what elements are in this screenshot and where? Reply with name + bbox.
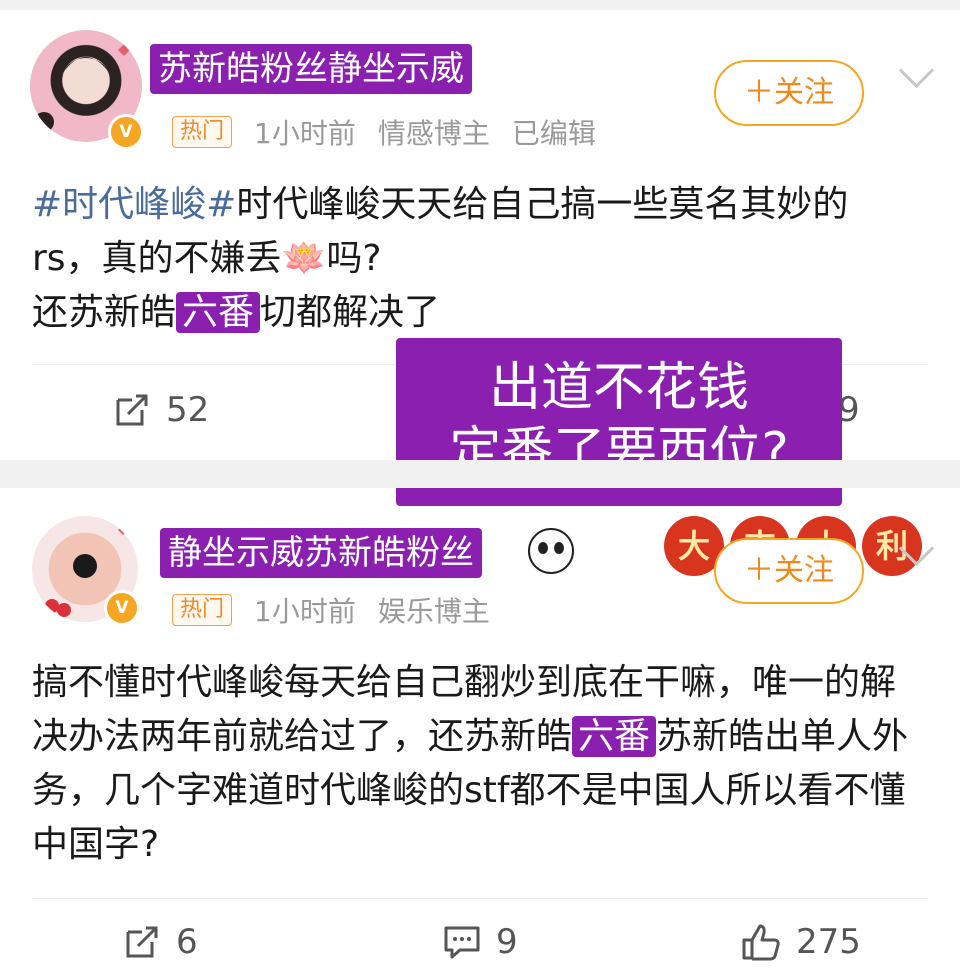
chevron-down-icon[interactable] <box>898 52 935 89</box>
top-separator <box>0 0 960 10</box>
edited-label: 已编辑 <box>511 117 596 150</box>
hashtag-link[interactable]: #时代峰峻# <box>32 184 236 225</box>
post-meta: 热门 1小时前 娱乐博主 <box>172 590 490 630</box>
follow-button[interactable]: ＋关注 <box>714 538 864 604</box>
comment-button[interactable]: 9 <box>442 922 518 962</box>
follow-button[interactable]: ＋关注 <box>714 60 864 126</box>
post-body: 搞不懂时代峰峻每天给自己翻炒到底在干嘛，唯一的解决办法两年前就给过了，还苏新皓六… <box>32 662 909 865</box>
comment-icon <box>444 926 480 959</box>
hot-badge: 热门 <box>172 116 233 148</box>
verified-badge-icon: V <box>108 114 144 150</box>
share-icon <box>126 926 158 958</box>
post-meta: 热门 1小时前 情感博主 已编辑 <box>172 112 596 152</box>
highlight-box: 六番 <box>572 716 657 757</box>
post-body: #时代峰峻#时代峰峻天天给自己搞一些莫名其妙的 rs，真的不嫌丢🪷吗? 还苏新皓… <box>32 184 849 333</box>
hot-badge: 热门 <box>172 594 233 626</box>
share-icon <box>116 394 148 426</box>
repost-count: 6 <box>176 922 198 962</box>
repost-button[interactable]: 52 <box>112 390 209 430</box>
panda-emoji-icon <box>528 528 574 574</box>
username[interactable]: 静坐示威苏新皓粉丝 <box>160 528 482 578</box>
repost-count: 52 <box>166 390 210 430</box>
post-time: 1小时前 <box>254 595 356 628</box>
like-count: 275 <box>796 922 861 962</box>
like-button[interactable]: 275 <box>740 922 861 962</box>
author-role: 情感博主 <box>377 117 490 150</box>
post-separator <box>0 460 960 488</box>
post-time: 1小时前 <box>254 117 356 150</box>
verified-badge-icon: V <box>104 590 140 626</box>
username[interactable]: 苏新皓粉丝静坐示威 <box>150 44 472 94</box>
thumbs-up-icon <box>742 924 780 961</box>
repost-button[interactable]: 6 <box>122 922 198 962</box>
author-role: 娱乐博主 <box>377 595 490 628</box>
highlight-box: 六番 <box>176 292 261 333</box>
comment-count: 9 <box>496 922 518 962</box>
divider <box>32 898 928 899</box>
